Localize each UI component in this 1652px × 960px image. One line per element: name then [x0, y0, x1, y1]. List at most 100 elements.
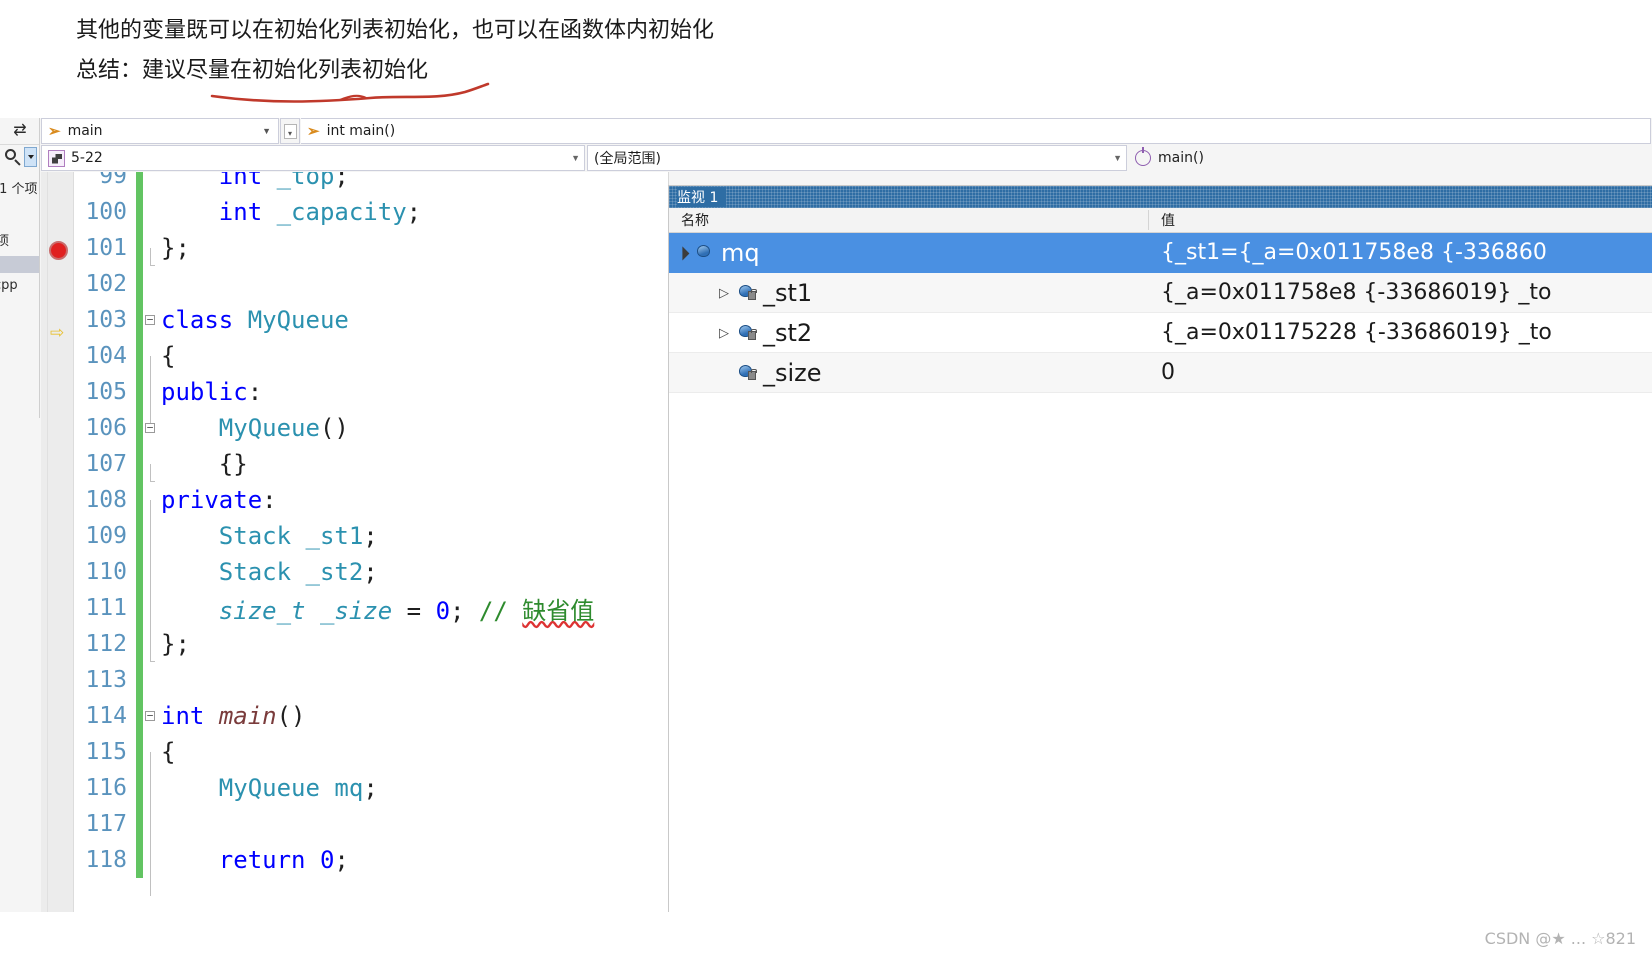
breakpoint-icon[interactable]	[49, 241, 68, 260]
change-indicator	[136, 770, 143, 806]
code-lines-container[interactable]: 99 int _top; 100 int _capacity; 101}; 102 10…	[74, 172, 668, 960]
code-line[interactable]: 106 − MyQueue()	[74, 410, 668, 446]
code-line[interactable]: 114 − int main()	[74, 698, 668, 734]
code-text: {	[161, 342, 176, 370]
fold-collapse-icon[interactable]: −	[145, 422, 155, 433]
split-icon: ▾	[283, 123, 297, 139]
watch-row-name-cell[interactable]: mq	[669, 233, 1149, 272]
red-underline-annotation	[210, 82, 490, 103]
change-indicator	[136, 554, 143, 590]
code-line[interactable]: 104 {	[74, 338, 668, 392]
watch-row[interactable]: mq {_st1={_a=0x011758e8 {-336860	[669, 233, 1652, 273]
line-number: 106	[85, 415, 127, 441]
watch-row-name-cell[interactable]: _st1	[669, 273, 1149, 312]
breakpoint-margin[interactable]: ⇨	[41, 172, 74, 960]
code-line[interactable]: 105 public:	[74, 374, 668, 428]
chevron-down-icon[interactable]: ▼	[1107, 153, 1122, 163]
chevron-down-icon[interactable]: ▼	[257, 126, 276, 136]
watch-variable-value[interactable]: 0	[1149, 360, 1652, 385]
function-selector[interactable]: ➢ int main()	[301, 118, 1651, 144]
process-selector[interactable]: 5-22 ▼	[41, 145, 585, 171]
fold-end-marker	[150, 644, 155, 662]
code-text: MyQueue mq;	[218, 774, 378, 802]
code-line[interactable]: 117	[74, 806, 668, 860]
code-text: {	[161, 738, 176, 766]
code-line[interactable]: 103 − class MyQueue	[74, 302, 668, 338]
code-line[interactable]: 110 Stack _st2;	[74, 554, 668, 608]
thread-label: main()	[1158, 150, 1204, 166]
code-text: private:	[161, 486, 277, 514]
expander-collapsed-icon[interactable]	[711, 285, 737, 301]
thread-selector[interactable]: main()	[1129, 145, 1650, 171]
search-icon[interactable]	[2, 146, 24, 168]
line-number: 109	[85, 523, 127, 549]
current-statement-arrow-icon: ⇨	[50, 323, 65, 342]
navigation-split-button[interactable]: ▾	[280, 118, 300, 144]
code-line[interactable]: 99 int _top;	[74, 172, 668, 194]
code-line[interactable]: 107 {}	[74, 446, 668, 482]
code-text: int _capacity;	[218, 198, 422, 226]
code-line[interactable]: 113	[74, 662, 668, 698]
change-indicator	[136, 266, 143, 302]
search-dropdown-icon[interactable]	[24, 146, 37, 167]
change-indicator	[136, 446, 143, 482]
visual-studio-window: ⇄ (1 个项 项 cpp ➢ main ▼ ▾	[0, 118, 1652, 960]
solution-search-row[interactable]	[0, 144, 39, 168]
watch-variable-value[interactable]: {_a=0x01175228 {-33686019} _to	[1149, 320, 1652, 345]
watch-row-name-cell[interactable]: _st2	[669, 313, 1149, 352]
expander-expanded-icon[interactable]	[669, 245, 695, 261]
code-text: class MyQueue	[161, 306, 349, 334]
fold-guide-line	[150, 860, 151, 896]
solution-explorer-strip[interactable]: ⇄ (1 个项 项 cpp	[0, 118, 40, 418]
solution-selected-row[interactable]	[0, 256, 39, 273]
screenshot-root: 其他的变量既可以在初始化列表初始化，也可以在函数体内初始化 总结：建议尽量在初始…	[0, 0, 1652, 960]
code-line[interactable]: 112};	[74, 626, 668, 662]
code-text: size_t _size = 0; // 缺省值	[218, 596, 595, 625]
solution-file-label[interactable]: cpp	[0, 278, 18, 293]
fold-column[interactable]: −	[143, 314, 157, 325]
line-number: 104	[85, 343, 127, 369]
fold-collapse-icon[interactable]: −	[145, 710, 155, 721]
scope-selector[interactable]: (全局范围) ▼	[587, 145, 1127, 171]
change-indicator	[136, 626, 143, 662]
fold-column[interactable]: −	[143, 422, 157, 433]
chevron-down-icon[interactable]: ▼	[565, 153, 580, 163]
code-line[interactable]: 101};	[74, 230, 668, 266]
code-line[interactable]: 102	[74, 266, 668, 302]
thread-icon	[1135, 147, 1151, 166]
code-line[interactable]: 118 return 0;	[74, 842, 668, 896]
watch-window-titlebar[interactable]: 监视 1	[669, 186, 1652, 208]
code-text: public:	[161, 378, 263, 406]
change-indicator	[136, 230, 143, 266]
fold-column[interactable]: −	[143, 710, 157, 721]
expander-collapsed-icon[interactable]	[711, 325, 737, 341]
watch-rows-container[interactable]: mq {_st1={_a=0x011758e8 {-336860 _st1 {_a=0…	[669, 233, 1652, 393]
code-line[interactable]: 109 Stack _st1;	[74, 518, 668, 572]
column-header-name[interactable]: 名称	[669, 210, 1149, 230]
code-line[interactable]: 108 private:	[74, 482, 668, 536]
watch-name-group: _st2	[737, 319, 812, 347]
code-line[interactable]: 100 int _capacity;	[74, 194, 668, 230]
arrow-icon: ➢	[307, 123, 320, 140]
line-number: 116	[85, 775, 127, 801]
watch-variable-value[interactable]: {_st1={_a=0x011758e8 {-336860	[1149, 240, 1652, 265]
watch-row-name-cell[interactable]: _size	[669, 353, 1149, 392]
fold-collapse-icon[interactable]: −	[145, 314, 155, 325]
column-header-value[interactable]: 值	[1149, 210, 1652, 230]
watch-row[interactable]: _st2 {_a=0x01175228 {-33686019} _to	[669, 313, 1652, 353]
sync-button[interactable]: ⇄	[0, 118, 39, 142]
watch-name-group: _st1	[737, 279, 812, 307]
line-number: 102	[85, 271, 127, 297]
watch-window[interactable]: 监视 1 名称 值 mq {_st1={_a=0x011758e8 {-33686…	[668, 185, 1652, 960]
watch-row[interactable]: _size 0	[669, 353, 1652, 393]
change-indicator	[136, 698, 143, 734]
code-line[interactable]: 116 MyQueue mq;	[74, 770, 668, 824]
project-selector[interactable]: ➢ main ▼	[41, 118, 279, 144]
solution-project-label[interactable]: 项	[0, 230, 9, 249]
watch-variable-name: mq	[721, 238, 760, 267]
watch-variable-value[interactable]: {_a=0x011758e8 {-33686019} _to	[1149, 280, 1652, 305]
code-line[interactable]: 111 size_t _size = 0; // 缺省值	[74, 590, 668, 644]
code-editor[interactable]: ⇨ 99 int _top; 100 int _capacity; 101}; 102…	[41, 172, 669, 960]
watch-row[interactable]: _st1 {_a=0x011758e8 {-33686019} _to	[669, 273, 1652, 313]
code-line[interactable]: 115 {	[74, 734, 668, 788]
